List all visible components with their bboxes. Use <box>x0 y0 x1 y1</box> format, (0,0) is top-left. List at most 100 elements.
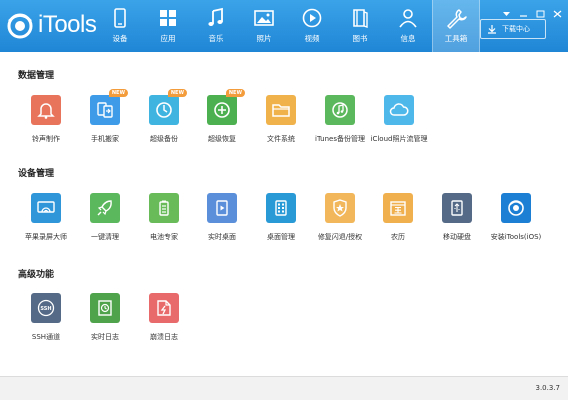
tool-tile <box>325 193 355 223</box>
tool-super-backup[interactable]: NEW 超级备份 <box>135 89 193 144</box>
nav-label: 图书 <box>352 34 368 43</box>
tool-ssh-tunnel[interactable]: SSH SSH通道 <box>17 293 75 342</box>
tool-icloud-photostream[interactable]: iCloud照片流管理 <box>369 95 429 144</box>
nav-label: 应用 <box>160 34 176 43</box>
tool-tile <box>149 193 179 223</box>
tool-tile <box>325 95 355 125</box>
itools-logo-icon <box>7 13 33 39</box>
live-desktop-icon <box>216 200 228 216</box>
tool-tile <box>266 95 296 125</box>
tool-tile <box>149 293 179 323</box>
tool-label: 农历 <box>391 233 405 241</box>
tool-fix-crash[interactable]: 修复闪退/授权 <box>311 193 369 242</box>
section-title-device: 设备管理 <box>18 169 55 179</box>
app-brand: iTools <box>38 11 97 38</box>
tool-tile: NEW <box>90 89 128 125</box>
tool-ringtone[interactable]: 铃声制作 <box>17 95 75 144</box>
maximize-icon[interactable] <box>536 3 545 18</box>
person-icon <box>399 9 417 28</box>
section-title-advanced: 高级功能 <box>18 270 55 280</box>
nav-messages[interactable]: 信息 <box>384 0 432 52</box>
tool-label: 手机搬家 <box>91 135 119 143</box>
tool-label: 一键清理 <box>91 233 119 241</box>
nav-books[interactable]: 图书 <box>336 0 384 52</box>
apps-grid-icon <box>160 10 176 26</box>
wrench-icon <box>447 9 467 29</box>
tool-file-system[interactable]: 文件系统 <box>252 95 310 144</box>
tool-label: 移动硬盘 <box>443 233 471 241</box>
menu-icon[interactable] <box>502 3 511 16</box>
tool-tile <box>31 193 61 223</box>
tool-label: 实时桌面 <box>208 233 236 241</box>
music-note-icon <box>208 7 223 26</box>
nav-video[interactable]: 视频 <box>288 0 336 52</box>
tool-battery-expert[interactable]: 电池专家 <box>135 193 193 242</box>
tool-live-desktop[interactable]: 实时桌面 <box>193 193 251 242</box>
tool-install-itools-ios[interactable]: 安装iTools(iOS) <box>487 193 545 242</box>
tool-label: 修复闪退/授权 <box>317 233 363 241</box>
status-bar: 3.0.3.7 <box>0 376 568 400</box>
tool-label: 安装iTools(iOS) <box>490 233 542 241</box>
folder-icon <box>272 104 290 117</box>
tool-tile <box>207 193 237 223</box>
section-title-data: 数据管理 <box>18 71 55 81</box>
clock-icon <box>156 102 172 118</box>
phone-transfer-icon <box>97 102 113 118</box>
itools-window: iTools 设备 应用 音乐 照片 视频 图书 信息 工具箱 下载中心 数据管… <box>0 0 568 400</box>
nav-label: 设备 <box>112 34 128 43</box>
tool-one-click-clean[interactable]: 一键清理 <box>76 193 134 242</box>
tool-itunes-backup[interactable]: iTunes备份管理 <box>311 95 369 144</box>
tool-label: 铃声制作 <box>32 135 60 143</box>
calendar-icon <box>390 201 406 216</box>
new-badge: NEW <box>225 89 245 97</box>
close-icon[interactable] <box>553 3 562 18</box>
tool-lunar-calendar[interactable]: 农历 <box>369 193 427 242</box>
nav-music[interactable]: 音乐 <box>192 0 240 52</box>
nav-label: 信息 <box>400 34 416 43</box>
nav-device[interactable]: 设备 <box>96 0 144 52</box>
tool-tile <box>384 95 414 125</box>
tool-label: 超级恢复 <box>208 135 236 143</box>
tool-tile <box>501 193 531 223</box>
phone-icon <box>114 8 126 28</box>
tool-label: 文件系统 <box>267 135 295 143</box>
version-label: 3.0.3.7 <box>535 384 561 392</box>
photo-icon <box>254 10 274 26</box>
tool-label: SSH通道 <box>31 333 61 341</box>
tool-screen-recorder[interactable]: 苹果录屏大师 <box>17 193 75 242</box>
tool-mobile-disk[interactable]: 移动硬盘 <box>428 193 486 242</box>
usb-drive-icon <box>451 200 463 216</box>
tool-super-restore[interactable]: NEW 超级恢复 <box>193 89 251 144</box>
itunes-icon <box>332 102 348 118</box>
repair-badge-icon <box>333 199 347 217</box>
toolbox-panel: 数据管理 铃声制作 NEW 手机搬家 NEW 超级备份 NEW 超级恢复 文件系… <box>0 52 568 376</box>
crash-log-icon <box>157 300 171 316</box>
tool-label: 崩溃日志 <box>150 333 178 341</box>
book-icon <box>353 9 368 28</box>
download-center-label: 下载中心 <box>502 25 530 33</box>
tool-desktop-manager[interactable]: 桌面管理 <box>252 193 310 242</box>
tool-realtime-log[interactable]: 实时日志 <box>76 293 134 342</box>
tool-phone-transfer[interactable]: NEW 手机搬家 <box>76 89 134 144</box>
bell-icon <box>37 103 55 119</box>
nav-apps[interactable]: 应用 <box>144 0 192 52</box>
battery-icon <box>159 200 169 216</box>
tool-crash-log[interactable]: 崩溃日志 <box>135 293 193 342</box>
screen-cast-icon <box>37 201 55 213</box>
download-icon <box>488 25 496 34</box>
play-circle-icon <box>302 8 322 28</box>
log-clock-icon <box>98 300 112 316</box>
tool-tile <box>442 193 472 223</box>
minimize-icon[interactable] <box>519 3 528 17</box>
nav-label: 工具箱 <box>444 34 468 43</box>
download-center-button[interactable]: 下载中心 <box>480 19 546 39</box>
nav-label: 音乐 <box>208 34 224 43</box>
tool-tile: NEW <box>149 89 187 125</box>
tool-label: iCloud照片流管理 <box>370 135 428 143</box>
tool-tile <box>31 95 61 125</box>
nav-toolbox[interactable]: 工具箱 <box>432 0 480 52</box>
nav-photos[interactable]: 照片 <box>240 0 288 52</box>
nav-label: 视频 <box>304 34 320 43</box>
tool-label: 苹果录屏大师 <box>25 233 67 241</box>
tool-tile: NEW <box>207 89 245 125</box>
